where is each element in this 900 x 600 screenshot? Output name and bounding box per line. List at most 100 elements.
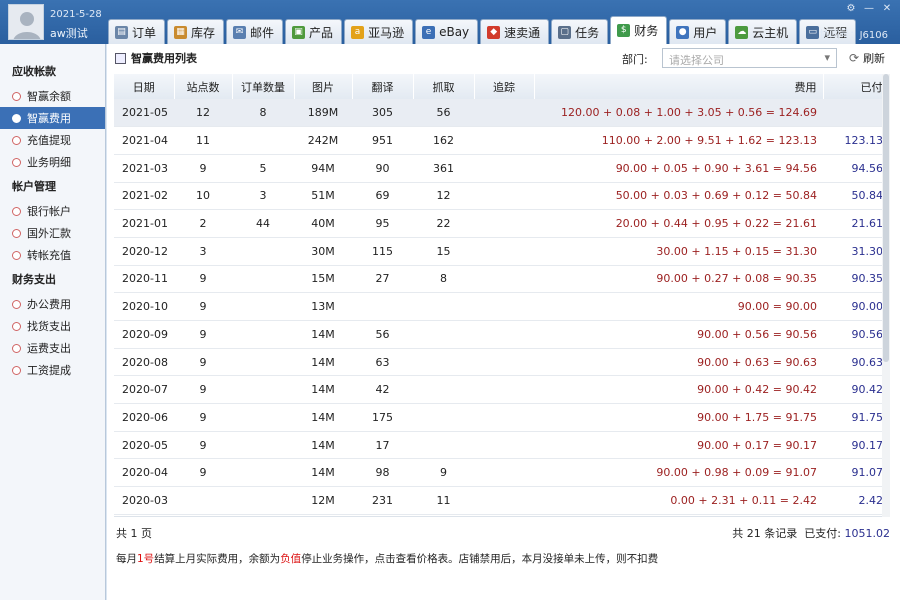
table-row[interactable]: 2020-06 9 14M 175 90.00 + 1.75 = 91.75 91.75 [114, 403, 889, 432]
sidebar-item-label: 充值提现 [27, 134, 71, 147]
table-cell [413, 348, 474, 377]
table-row[interactable]: 2020-09 9 14M 56 90.00 + 0.56 = 90.56 90.56 [114, 320, 889, 349]
totals: 共 21 条记录 已支付: 1051.02 [732, 525, 890, 541]
table-row[interactable]: 2021-04 11 242M 951 162 110.00 + 2.00 + 9.51 … [114, 126, 889, 155]
table-cell: 9 [174, 348, 232, 377]
finance-icon: $ [617, 24, 631, 37]
table-row[interactable]: 2020-05 9 14M 17 90.00 + 0.17 = 90.17 90.17 [114, 431, 889, 460]
avatar[interactable] [8, 4, 44, 40]
table-cell: 27 [352, 265, 413, 294]
table-cell: 123.13 [823, 126, 889, 155]
tab-label: 云主机 [752, 25, 789, 40]
column-header[interactable]: 已付 [823, 74, 889, 99]
table-cell: 95 [352, 209, 413, 238]
column-header[interactable]: 费用 [534, 74, 824, 99]
table-cell: 9 [174, 431, 232, 460]
table-row[interactable]: 2020-08 9 14M 63 90.00 + 0.63 = 90.63 90.63 [114, 348, 889, 377]
refresh-button[interactable]: ⟳ 刷新 [849, 50, 885, 66]
column-header[interactable]: 订单数量 [232, 74, 295, 99]
sidebar-item[interactable]: 智赢费用 [0, 107, 105, 129]
tab-cloud-host[interactable]: ☁ 云主机 [728, 19, 798, 44]
sidebar-item-label: 智赢余额 [27, 90, 71, 103]
table-cell [232, 431, 294, 460]
table-cell: 9 [174, 403, 232, 432]
table-row[interactable]: 2020-12 3 30M 115 15 30.00 + 1.15 + 0.15 = 31… [114, 237, 889, 266]
sidebar-item[interactable]: 智赢余额 [0, 85, 105, 107]
table-row[interactable]: 2020-04 9 14M 98 9 90.00 + 0.98 + 0.09 = 91.0… [114, 458, 889, 488]
table-cell: 14M [294, 458, 352, 488]
tab-finance[interactable]: $ 财务 [610, 16, 668, 44]
column-header[interactable]: 抓取 [413, 74, 475, 99]
table-row[interactable]: 2020-03 12M 231 11 0.00 + 2.31 + 0.11 = 2.42… [114, 486, 889, 515]
column-header[interactable]: 站点数 [174, 74, 233, 99]
bullet-icon [12, 206, 21, 216]
table-cell [474, 292, 534, 321]
tab-label: 库存 [191, 25, 216, 40]
fee-table-container: 日期 站点数 订单数量 图片 翻译 抓取 追踪 费用 已付 2021-05 12 8 189M 305 5… [114, 74, 889, 517]
sidebar-item[interactable]: 业务明细 [0, 151, 105, 173]
table-cell: 2021-04 [114, 126, 174, 155]
sidebar-item[interactable]: 充值提现 [0, 129, 105, 151]
table-cell: 2020-10 [114, 292, 174, 321]
column-header[interactable]: 翻译 [352, 74, 414, 99]
tab-aliexpress[interactable]: ◆ 速卖通 [480, 19, 550, 44]
sidebar-item[interactable]: 办公费用 [0, 293, 105, 315]
sidebar-item-label: 工资提成 [27, 364, 71, 377]
list-icon [115, 52, 126, 64]
settings-icon[interactable]: ⚙ [846, 3, 856, 14]
table-row[interactable]: 2021-02 10 3 51M 69 12 50.00 + 0.03 + 0.69 + 0… [114, 182, 889, 211]
sidebar-item[interactable]: 转帐充值 [0, 244, 105, 266]
minimize-icon[interactable]: — [864, 3, 874, 14]
table-row[interactable]: 2021-05 12 8 189M 305 56 120.00 + 0.08 + 1.00 … [114, 99, 889, 128]
sidebar-item[interactable]: 找货支出 [0, 315, 105, 337]
tab-user[interactable]: ● 用户 [669, 19, 727, 44]
column-header[interactable]: 日期 [114, 74, 175, 99]
table-row[interactable]: 2021-01 2 44 40M 95 22 20.00 + 0.44 + 0.95 + 0… [114, 209, 889, 238]
table-cell: 90.56 [823, 320, 889, 349]
table-row[interactable]: 2020-07 9 14M 42 90.00 + 0.42 = 90.42 90.42 [114, 375, 889, 405]
sidebar-item-label: 办公费用 [27, 298, 71, 311]
tab-amazon[interactable]: a 亚马逊 [344, 19, 414, 44]
table-cell [474, 320, 534, 349]
table-cell: 2020-11 [114, 265, 174, 294]
close-icon[interactable]: ✕ [882, 3, 892, 14]
sidebar: 应收帐款 智赢余额 智赢费用 充值提现 业务明细 帐户管理 银行帐户 国外汇款 转帐充值 财务支出… [0, 44, 106, 600]
tab-inventory[interactable]: ▦ 库存 [167, 19, 225, 44]
fee-table: 日期 站点数 订单数量 图片 翻译 抓取 追踪 费用 已付 2021-05 12 8 189M 305 5… [114, 74, 889, 515]
column-header[interactable]: 追踪 [474, 74, 535, 99]
tab-ebay[interactable]: e eBay [415, 19, 479, 44]
table-cell: 44 [232, 209, 294, 238]
table-cell: 13M [294, 292, 352, 321]
page-count: 共 1 页 [116, 527, 152, 540]
sidebar-item[interactable]: 银行帐户 [0, 200, 105, 222]
inventory-icon: ▦ [174, 25, 188, 39]
table-cell [474, 486, 534, 515]
table-row[interactable]: 2020-10 9 13M 90.00 = 90.00 90.00 [114, 292, 889, 321]
table-row[interactable]: 2020-11 9 15M 27 8 90.00 + 0.27 + 0.08 = 90.3… [114, 265, 889, 294]
dept-select[interactable]: 请选择公司 [662, 48, 837, 68]
table-cell: 90.35 [823, 265, 889, 294]
table-cell: 91.07 [823, 458, 889, 488]
table-cell: 2020-12 [114, 237, 174, 266]
note-highlight-negative: 负值 [280, 553, 302, 565]
sidebar-item[interactable]: 工资提成 [0, 359, 105, 381]
table-cell [232, 348, 294, 377]
bullet-icon [12, 250, 21, 260]
tab-mail[interactable]: ✉ 邮件 [226, 19, 284, 44]
bullet-icon [12, 91, 21, 101]
billing-note[interactable]: 每月1号结算上月实际费用，余额为负值停止业务操作，点击查看价格表。店铺禁用后，本… [116, 551, 658, 566]
tab-order[interactable]: ▤ 订单 [108, 19, 166, 44]
scrollbar-thumb[interactable] [883, 74, 889, 362]
table-cell: 2 [174, 209, 232, 238]
tab-product[interactable]: ▣ 产品 [285, 19, 343, 44]
sidebar-item[interactable]: 运费支出 [0, 337, 105, 359]
table-scrollbar[interactable] [882, 74, 890, 517]
table-cell: 2021-05 [114, 99, 174, 128]
sidebar-item[interactable]: 国外汇款 [0, 222, 105, 244]
table-row[interactable]: 2021-03 9 5 94M 90 361 90.00 + 0.05 + 0.90 + 3… [114, 154, 889, 183]
column-header[interactable]: 图片 [294, 74, 353, 99]
tab-task[interactable]: ▢ 任务 [551, 19, 609, 44]
cloud-host-icon: ☁ [735, 25, 749, 39]
table-cell: 9 [174, 292, 232, 321]
table-cell: 0.00 + 2.31 + 0.11 = 2.42 [534, 486, 823, 515]
